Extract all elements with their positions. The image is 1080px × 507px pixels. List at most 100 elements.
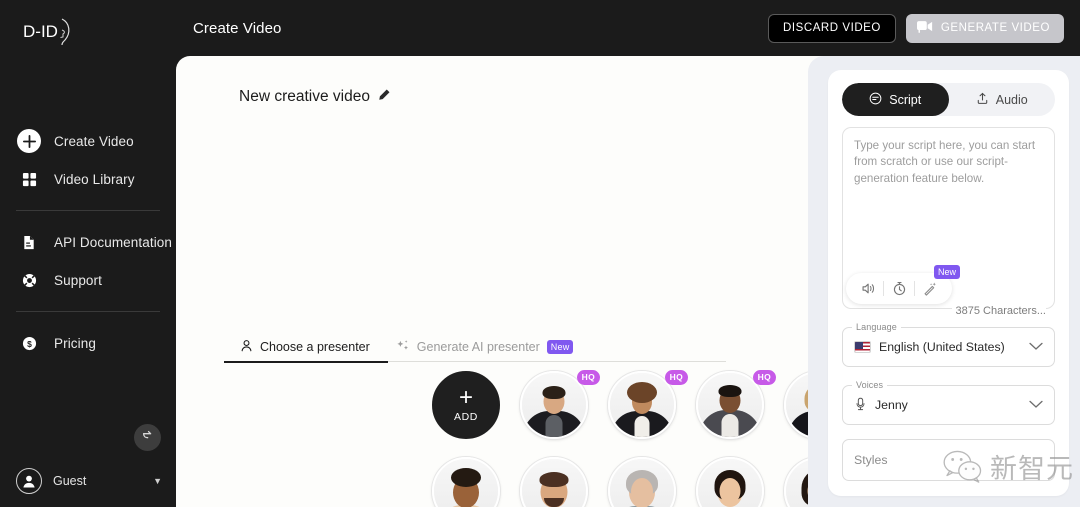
document-icon: [17, 230, 41, 254]
app-root: D-ID Create Video Video Library API Docu…: [0, 0, 1080, 507]
video-camera-icon: [916, 20, 933, 36]
lifebuoy-icon: [17, 268, 41, 292]
new-badge: New: [934, 265, 961, 279]
presenter-cell: [774, 457, 808, 507]
character-count-label: 3875 Characters...: [951, 305, 1046, 317]
sidebar-divider-1: [16, 210, 160, 211]
presenter-tabs: Choose a presenter Generate AI presenter…: [176, 332, 808, 363]
discard-video-button[interactable]: DISCARD VIDEO: [768, 13, 896, 43]
presenter-grid: + ADD HQ HQ HQ: [176, 364, 808, 507]
voices-label: Voices: [852, 380, 888, 390]
video-title-row[interactable]: New creative video: [239, 88, 390, 106]
speaker-icon[interactable]: [853, 274, 883, 304]
plus-icon: +: [458, 383, 473, 411]
new-badge: New: [546, 340, 574, 354]
svg-text:D-ID: D-ID: [23, 22, 58, 41]
avatar: [16, 468, 42, 494]
sidebar-nav-primary: Create Video Video Library: [0, 122, 176, 198]
tab-label: Script: [889, 92, 922, 107]
sidebar-item-pricing[interactable]: $ Pricing: [0, 324, 176, 362]
presenter-cell: [686, 457, 774, 507]
presenter-cell: [598, 457, 686, 507]
svg-text:$: $: [27, 338, 32, 348]
script-audio-tabs: Script Audio: [842, 83, 1055, 116]
presenter-cell: HQ: [774, 371, 808, 457]
add-presenter-label: ADD: [454, 410, 478, 423]
chevron-down-icon[interactable]: [1029, 338, 1043, 356]
presenter-avatar-7[interactable]: [608, 457, 676, 507]
presenter-avatar-5[interactable]: [432, 457, 500, 507]
page-title: Create Video: [193, 19, 282, 37]
language-label: Language: [852, 322, 901, 332]
script-toolbar: New: [846, 265, 961, 304]
sidebar-item-label: Support: [54, 272, 102, 288]
plus-circle-icon: [17, 129, 41, 153]
presenter-avatar-9[interactable]: [784, 457, 808, 507]
language-value: English (United States): [879, 340, 1005, 354]
presenter-avatar-6[interactable]: [520, 457, 588, 507]
presenter-section: Choose a presenter Generate AI presenter…: [176, 332, 808, 507]
sidebar-collapse-button[interactable]: [134, 424, 161, 451]
content-surface: New creative video Choose a presenter Ge…: [176, 56, 1080, 507]
sparkle-icon: [396, 339, 410, 356]
sidebar-item-support[interactable]: Support: [0, 261, 176, 299]
sidebar-item-api-documentation[interactable]: API Documentation: [0, 223, 176, 261]
tab-choose-a-presenter[interactable]: Choose a presenter: [224, 332, 388, 363]
dollar-circle-icon: $: [17, 331, 41, 355]
main-area: Create Video DISCARD VIDEO GENERATE VIDE…: [176, 0, 1080, 507]
user-name-label: Guest: [53, 474, 87, 488]
script-card: Script Audio Type your script here, you …: [828, 70, 1069, 496]
upload-icon: [976, 92, 989, 108]
chevron-down-icon[interactable]: ▼: [153, 476, 162, 486]
person-icon: [240, 339, 253, 355]
voices-value: Jenny: [875, 398, 908, 412]
presenter-add-cell: + ADD: [422, 371, 510, 457]
language-select[interactable]: Language English (United States): [842, 322, 1055, 367]
sidebar-divider-2: [16, 311, 160, 312]
timer-icon[interactable]: [884, 274, 914, 304]
right-panel: Script Audio Type your script here, you …: [808, 56, 1080, 507]
topbar: Create Video DISCARD VIDEO GENERATE VIDE…: [176, 0, 1080, 56]
hq-badge: HQ: [752, 370, 776, 385]
sidebar-nav-secondary: API Documentation Support: [0, 223, 176, 299]
tab-script[interactable]: Script: [842, 83, 949, 116]
styles-select[interactable]: Styles: [842, 439, 1055, 481]
add-presenter-button[interactable]: + ADD: [432, 371, 500, 439]
sidebar-user-row[interactable]: Guest ▼: [0, 461, 176, 501]
tab-label: Generate AI presenter: [416, 340, 540, 354]
pencil-icon[interactable]: [378, 88, 390, 106]
editor-area: New creative video Choose a presenter Ge…: [176, 56, 808, 507]
did-logo[interactable]: D-ID: [0, 0, 176, 56]
presenter-cell: [510, 457, 598, 507]
message-icon: [869, 92, 882, 108]
grid-icon: [17, 167, 41, 191]
us-flag-icon: [854, 341, 871, 353]
script-textarea[interactable]: Type your script here, you can start fro…: [842, 127, 1055, 317]
collapse-arrow-icon: [141, 428, 155, 447]
script-placeholder: Type your script here, you can start fro…: [854, 139, 1036, 185]
hq-badge: HQ: [576, 370, 600, 385]
sidebar-item-video-library[interactable]: Video Library: [0, 160, 176, 198]
sidebar-item-create-video[interactable]: Create Video: [0, 122, 176, 160]
generate-video-button[interactable]: GENERATE VIDEO: [905, 13, 1064, 43]
presenter-cell: HQ: [686, 370, 776, 457]
sidebar-item-label: Create Video: [54, 133, 134, 149]
video-title-text: New creative video: [239, 88, 370, 105]
sidebar-item-label: Video Library: [54, 171, 135, 187]
presenter-gallery: + ADD HQ HQ HQ: [176, 364, 808, 507]
presenter-cell: [422, 457, 510, 507]
tab-audio[interactable]: Audio: [949, 83, 1056, 116]
tab-generate-ai-presenter[interactable]: Generate AI presenter New: [396, 332, 574, 362]
presenter-cell: HQ: [510, 370, 600, 457]
voices-select[interactable]: Voices Jenny: [842, 380, 1055, 425]
sidebar: D-ID Create Video Video Library API Docu…: [0, 0, 176, 507]
voices-value-row: Jenny: [854, 397, 1029, 414]
sidebar-item-label: Pricing: [54, 335, 96, 351]
styles-placeholder: Styles: [854, 453, 888, 467]
sidebar-item-label: API Documentation: [54, 234, 173, 250]
generate-video-label: GENERATE VIDEO: [940, 22, 1050, 34]
presenter-avatar-8[interactable]: [696, 457, 764, 507]
presenter-avatar-4[interactable]: [784, 371, 808, 439]
sidebar-nav-pricing: $ Pricing: [0, 324, 176, 362]
chevron-down-icon[interactable]: [1029, 396, 1043, 414]
